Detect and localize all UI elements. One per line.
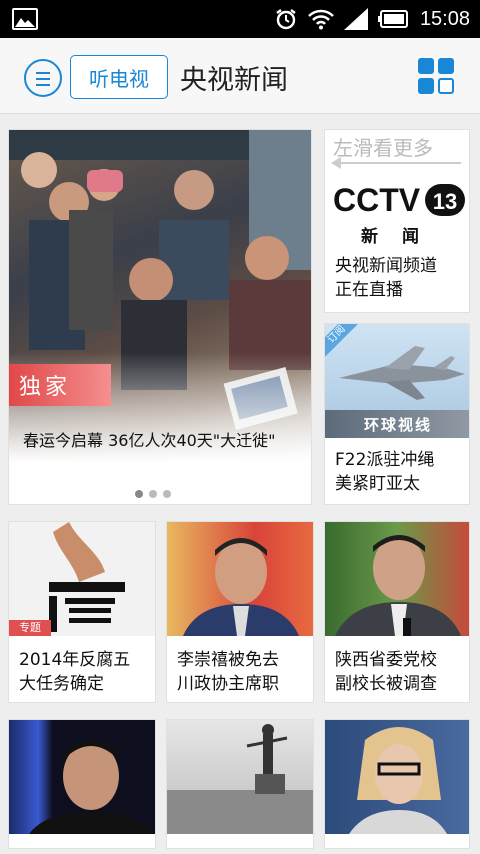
- exclusive-badge: 独家: [9, 364, 111, 406]
- swipe-arrow-icon: [331, 157, 461, 169]
- news-title: 李崇禧被免去 川政协主席职: [177, 648, 279, 696]
- news-title-line1: 2014年反腐五: [19, 650, 131, 670]
- news-feed[interactable]: 独家 春运今启幕 36亿人次40天"大迁徙" 左滑看更多 CCTV 13 新闻 …: [0, 115, 480, 854]
- news-title-line2: 大任务确定: [19, 674, 104, 694]
- news-card[interactable]: [166, 719, 314, 849]
- news-image-jet: 订阅 环球视线: [325, 324, 469, 438]
- swipe-hint: 左滑看更多: [333, 136, 433, 160]
- news-title-line2: 副校长被调查: [335, 674, 437, 694]
- menu-icon-line: [36, 78, 50, 80]
- news-title: 陕西省委党校 副校长被调查: [335, 648, 437, 696]
- grid-tile: [438, 58, 454, 74]
- status-bar: 15:08: [0, 0, 480, 38]
- news-card-anticorruption[interactable]: 专题 2014年反腐五 大任务确定: [8, 521, 156, 703]
- news-title-line2: 川政协主席职: [177, 674, 279, 694]
- topic-tag: 专题: [9, 620, 51, 636]
- news-card[interactable]: [8, 719, 156, 849]
- program-banner: 环球视线: [325, 410, 469, 438]
- featured-news-headline: 春运今启幕 36亿人次40天"大迁徙": [23, 431, 276, 450]
- grid-view-icon: [418, 58, 434, 74]
- battery-icon: [377, 10, 408, 28]
- news-image-spokesperson: [325, 720, 469, 834]
- news-image-historical: [167, 720, 313, 834]
- news-image-official: [167, 522, 313, 636]
- menu-icon: [36, 72, 50, 74]
- listen-tv-button[interactable]: 听电视: [70, 55, 168, 99]
- carousel-dot[interactable]: [135, 490, 143, 498]
- news-title-line1: F22派驻冲绳: [335, 450, 435, 470]
- signal-icon: [343, 8, 368, 30]
- app-header: 听电视 央视新闻: [0, 38, 480, 114]
- grid-tile: [438, 78, 454, 94]
- live-channel-status: 正在直播: [335, 280, 403, 300]
- news-title-line1: 李崇禧被免去: [177, 650, 279, 670]
- news-title-line1: 陕西省委党校: [335, 650, 437, 670]
- live-channel-title: 央视新闻频道: [335, 256, 437, 276]
- news-title-line2: 美紧盯亚太: [335, 474, 420, 494]
- live-channel-card[interactable]: 左滑看更多 CCTV 13 新闻 央视新闻频道 正在直播: [324, 129, 470, 313]
- wifi-icon: [308, 9, 334, 30]
- carousel-indicator[interactable]: [135, 490, 171, 498]
- svg-text:13: 13: [433, 189, 457, 214]
- svg-text:CCTV: CCTV: [333, 182, 421, 218]
- news-card-shaanxi[interactable]: 陕西省委党校 副校长被调查: [324, 521, 470, 703]
- clock: 15:08: [419, 7, 470, 30]
- menu-icon-line: [36, 84, 50, 86]
- cctv-logo: CCTV 13: [333, 182, 465, 218]
- gallery-icon: [12, 8, 38, 30]
- news-card-li-chongxi[interactable]: 李崇禧被免去 川政协主席职: [166, 521, 314, 703]
- cctv-logo-subtitle: 新闻: [361, 227, 443, 247]
- news-image-official: [325, 522, 469, 636]
- news-card[interactable]: [324, 719, 470, 849]
- carousel-dot[interactable]: [163, 490, 171, 498]
- news-title: 2014年反腐五 大任务确定: [19, 648, 130, 696]
- news-image-official: [9, 720, 155, 834]
- alarm-icon: [276, 9, 296, 30]
- news-image-anticorruption: 专题: [9, 522, 155, 636]
- grid-tile: [418, 78, 434, 94]
- carousel-dot[interactable]: [149, 490, 157, 498]
- news-card-f22[interactable]: 订阅 环球视线 F22派驻冲绳 美紧盯亚太: [324, 323, 470, 505]
- featured-news-card[interactable]: 独家 春运今启幕 36亿人次40天"大迁徙": [8, 129, 312, 505]
- menu-button[interactable]: [24, 59, 62, 97]
- app-title: 央视新闻: [180, 65, 288, 96]
- grid-view-button[interactable]: [418, 58, 454, 94]
